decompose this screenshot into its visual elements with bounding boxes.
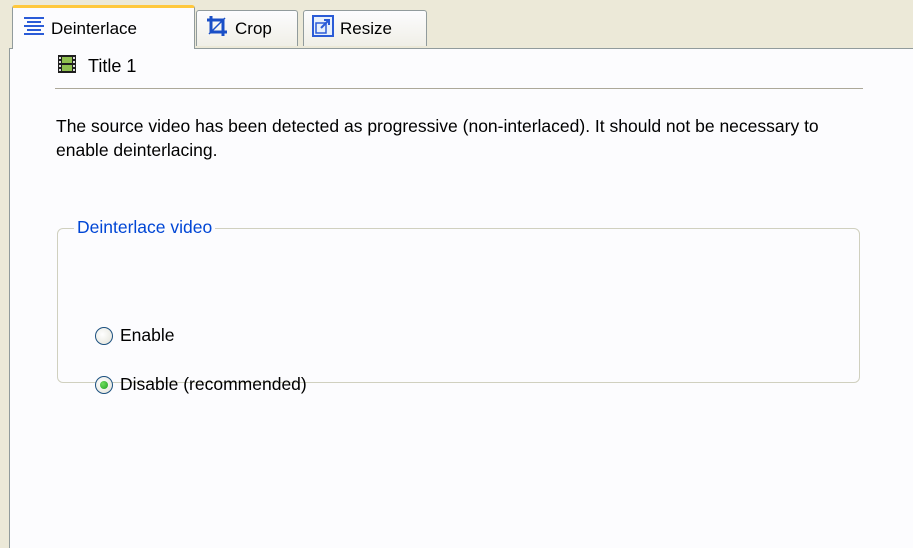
tab-deinterlace[interactable]: Deinterlace	[12, 5, 195, 49]
detection-message: The source video has been detected as pr…	[56, 116, 819, 160]
disable-radio-option[interactable]: Disable (recommended)	[95, 374, 307, 395]
align-lines-icon	[23, 15, 45, 42]
groupbox-legend: Deinterlace video	[74, 217, 216, 238]
title-separator	[55, 88, 863, 89]
tab-strip: Deinterlace Crop Resize	[0, 0, 913, 49]
tab-deinterlace-label: Deinterlace	[51, 18, 137, 38]
tab-resize-label: Resize	[340, 18, 392, 38]
tab-crop-label: Crop	[235, 18, 272, 38]
resize-icon	[312, 15, 334, 42]
tab-crop[interactable]: Crop	[196, 10, 298, 46]
disable-radio-button[interactable]	[95, 375, 113, 394]
title-row: Title 1	[58, 55, 136, 78]
deinterlace-groupbox	[57, 228, 860, 383]
tab-resize[interactable]: Resize	[303, 10, 427, 46]
film-icon	[58, 55, 76, 78]
enable-radio-button[interactable]	[95, 326, 113, 345]
page-title: Title 1	[88, 56, 137, 76]
disable-radio-label[interactable]: Disable (recommended)	[120, 374, 307, 395]
crop-icon	[205, 14, 229, 43]
enable-radio-option[interactable]: Enable	[95, 325, 175, 346]
enable-radio-label[interactable]: Enable	[120, 325, 175, 346]
